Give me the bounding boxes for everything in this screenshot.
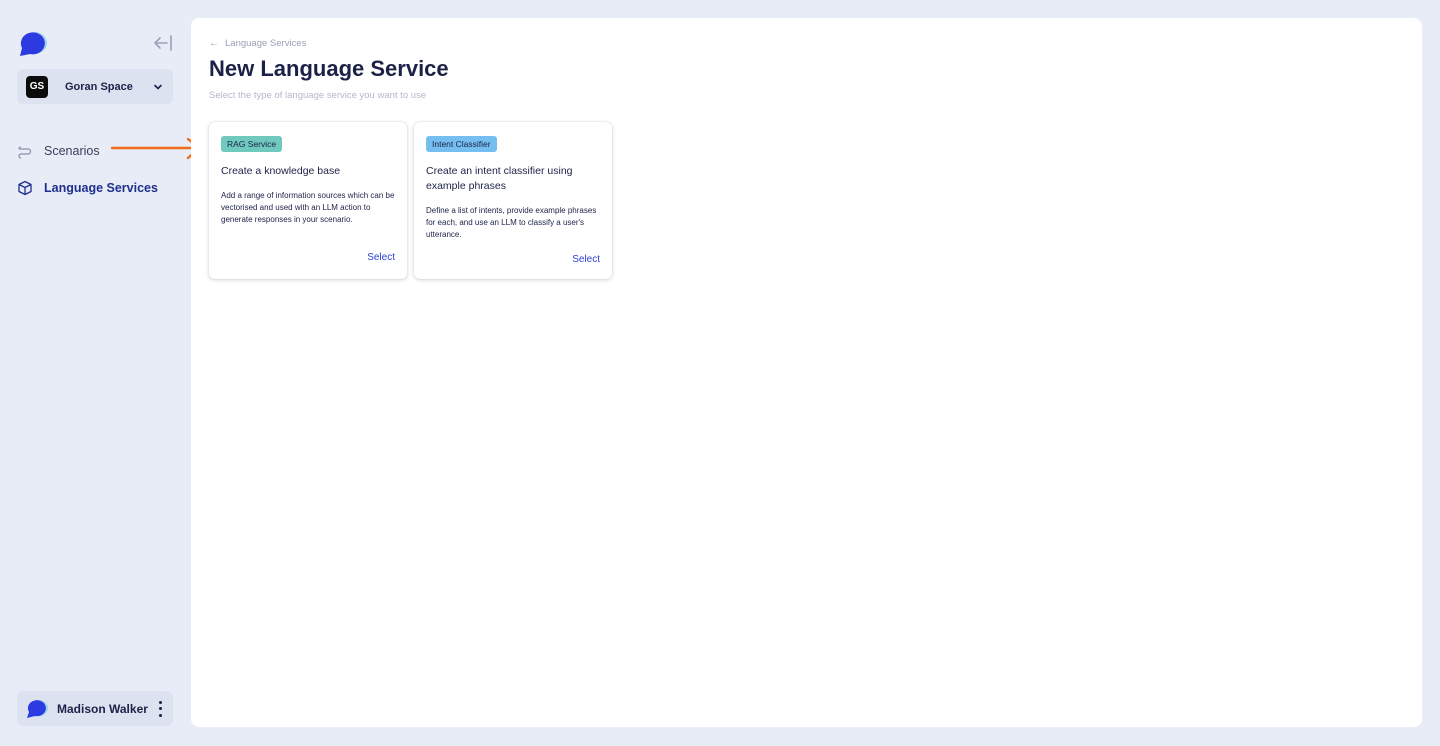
user-avatar-icon <box>27 699 48 718</box>
intent-classifier-card[interactable]: Intent Classifier Create an intent class… <box>414 122 612 279</box>
sidebar-item-label: Scenarios <box>44 144 100 158</box>
breadcrumb-label: Language Services <box>225 38 307 49</box>
select-button[interactable]: Select <box>367 252 395 263</box>
app-logo-icon[interactable] <box>16 29 48 59</box>
sidebar-item-label: Language Services <box>44 181 158 195</box>
collapse-sidebar-icon[interactable] <box>152 33 174 53</box>
sidebar-item-language-services[interactable]: Language Services <box>17 180 158 196</box>
page-subtitle: Select the type of language service you … <box>209 90 427 101</box>
workspace-avatar: GS <box>26 75 48 98</box>
card-description: Add a range of information sources which… <box>221 191 395 224</box>
page-title: New Language Service <box>209 56 449 81</box>
card-title: Create a knowledge base <box>221 165 341 177</box>
card-title: Create an intent classifier using exampl… <box>426 165 573 192</box>
breadcrumb[interactable]: ← Language Services <box>209 38 306 49</box>
sidebar: GS Goran Space Scenarios Language Servic… <box>0 0 190 746</box>
workspace-selector[interactable]: GS Goran Space <box>17 69 173 104</box>
chevron-down-icon <box>154 84 162 89</box>
sidebar-item-scenarios[interactable]: Scenarios <box>17 143 100 159</box>
more-options-icon[interactable] <box>155 699 165 719</box>
main-panel: ← Language Services New Language Service… <box>191 18 1422 727</box>
user-menu[interactable]: Madison Walker <box>17 691 173 726</box>
status-badge: RAG Service <box>221 136 283 152</box>
back-arrow-icon: ← <box>209 38 219 49</box>
workspace-name: Goran Space <box>65 80 133 93</box>
scenarios-icon <box>18 146 32 159</box>
card-description: Define a list of intents, provide exampl… <box>426 206 597 239</box>
cube-icon <box>18 180 32 196</box>
status-badge: Intent Classifier <box>426 136 497 152</box>
user-name: Madison Walker <box>57 701 148 716</box>
rag-service-card[interactable]: RAG Service Create a knowledge base Add … <box>209 122 407 279</box>
select-button[interactable]: Select <box>572 254 600 265</box>
